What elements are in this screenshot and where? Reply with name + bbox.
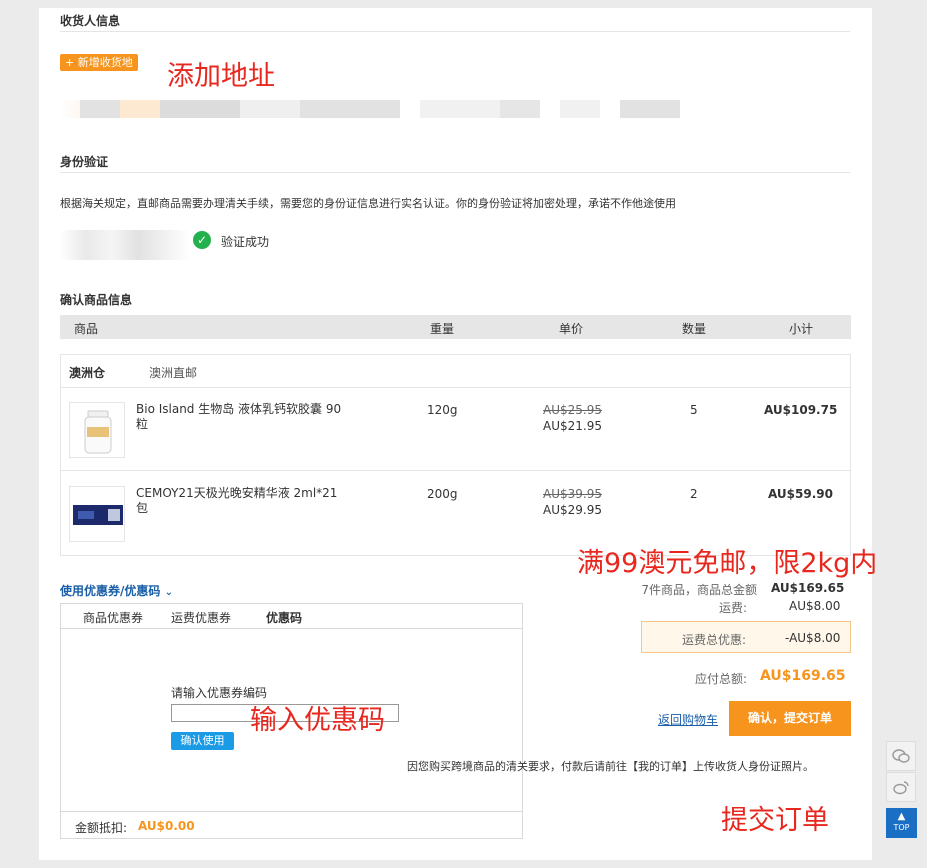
id-number-redacted xyxy=(60,230,190,260)
payable-total: AU$169.65 xyxy=(760,668,846,684)
product-name[interactable]: CEMOY21天极光晚安精华液 2ml*21包 xyxy=(136,486,346,516)
deduct-label: 金额抵扣: xyxy=(75,821,128,835)
subtotal: AU$109.75 xyxy=(764,403,838,417)
goods-total-label: 7件商品，商品总金额 xyxy=(641,583,757,597)
coupon-tabs: 商品优惠券 运费优惠券 优惠码 xyxy=(61,604,522,629)
receiver-section-title: 收货人信息 xyxy=(60,14,121,28)
add-address-button[interactable]: + 新增收货地 xyxy=(60,54,138,71)
shipping-value: AU$8.00 xyxy=(789,599,841,613)
divider xyxy=(60,172,850,173)
annotation-add-address: 添加地址 xyxy=(167,61,275,92)
divider xyxy=(60,31,850,32)
header-price: 单价 xyxy=(559,322,584,336)
coupon-toggle-label: 使用优惠券/优惠码 xyxy=(60,584,161,598)
shipping-mode: 澳洲直邮 xyxy=(149,366,198,380)
weibo-icon[interactable] xyxy=(886,772,916,802)
identity-notice: 根据海关规定，直邮商品需要办理清关手续，需要您的身份证信息进行实名认证。你的身份… xyxy=(60,197,676,210)
chevron-down-icon: ⌄ xyxy=(164,587,173,598)
arrow-up-icon: ▲ xyxy=(897,811,906,822)
top-label: TOP xyxy=(893,823,910,832)
confirm-coupon-button[interactable]: 确认使用 xyxy=(171,732,234,750)
goods-total-value: AU$169.65 xyxy=(771,581,845,595)
warehouse-label: 澳洲仓 xyxy=(69,366,106,380)
payable-label: 应付总额: xyxy=(694,672,747,686)
subtotal: AU$59.90 xyxy=(768,487,833,501)
submit-order-button[interactable]: 确认，提交订单 xyxy=(729,701,851,736)
back-to-cart-link[interactable]: 返回购物车 xyxy=(658,711,718,728)
wechat-icon[interactable] xyxy=(886,741,916,771)
tab-goods-coupon[interactable]: 商品优惠券 xyxy=(83,609,143,626)
discount-value: -AU$8.00 xyxy=(785,631,841,645)
check-icon: ✓ xyxy=(193,231,211,249)
product-weight: 120g xyxy=(427,403,458,417)
coupon-footer: 金额抵扣: AU$0.00 xyxy=(61,811,522,838)
verify-status: 验证成功 xyxy=(221,235,270,249)
tab-coupon-code[interactable]: 优惠码 xyxy=(266,609,302,626)
quantity: 2 xyxy=(690,487,698,501)
shipping-discount-box: 运费总优惠: -AU$8.00 xyxy=(641,621,851,653)
unit-price: AU$21.95 xyxy=(543,419,602,433)
back-to-top-button[interactable]: ▲ TOP xyxy=(886,808,917,838)
annotation-submit-order: 提交订单 xyxy=(721,805,829,836)
product-image[interactable] xyxy=(69,486,125,542)
checkout-page: 收货人信息 + 新增收货地 添加地址 身份验证 根据海关规定，直邮商品需要办理清… xyxy=(39,8,877,860)
goods-list: 澳洲仓 澳洲直邮 Bio Island 生物岛 液体乳钙软胶囊 90粒 120g… xyxy=(60,354,851,556)
identity-section-title: 身份验证 xyxy=(60,155,109,169)
tab-shipping-coupon[interactable]: 运费优惠券 xyxy=(171,609,231,626)
goods-table-header: 商品 重量 单价 数量 小计 xyxy=(60,315,851,339)
header-product: 商品 xyxy=(74,322,99,336)
coupon-toggle[interactable]: 使用优惠券/优惠码 ⌄ xyxy=(60,582,173,599)
goods-section-title: 确认商品信息 xyxy=(60,293,133,307)
original-price: AU$39.95 xyxy=(543,487,602,501)
original-price: AU$25.95 xyxy=(543,403,602,417)
product-weight: 200g xyxy=(427,487,458,501)
header-qty: 数量 xyxy=(682,322,707,336)
header-weight: 重量 xyxy=(430,322,455,336)
product-name[interactable]: Bio Island 生物岛 液体乳钙软胶囊 90粒 xyxy=(136,402,346,432)
shipping-label: 运费: xyxy=(718,601,747,615)
unit-price: AU$29.95 xyxy=(543,503,602,517)
quantity: 5 xyxy=(690,403,698,417)
product-image[interactable] xyxy=(69,402,125,458)
discount-label: 运费总优惠: xyxy=(681,633,746,647)
annotation-enter-code: 输入优惠码 xyxy=(250,705,385,736)
deduct-value: AU$0.00 xyxy=(138,819,195,833)
header-subtotal: 小计 xyxy=(789,322,814,336)
customs-note: 因您购买跨境商品的清关要求，付款后请前往【我的订单】上传收货人身份证照片。 xyxy=(407,760,814,773)
annotation-free-shipping: 满99澳元免邮，限2kg内 xyxy=(577,548,878,579)
